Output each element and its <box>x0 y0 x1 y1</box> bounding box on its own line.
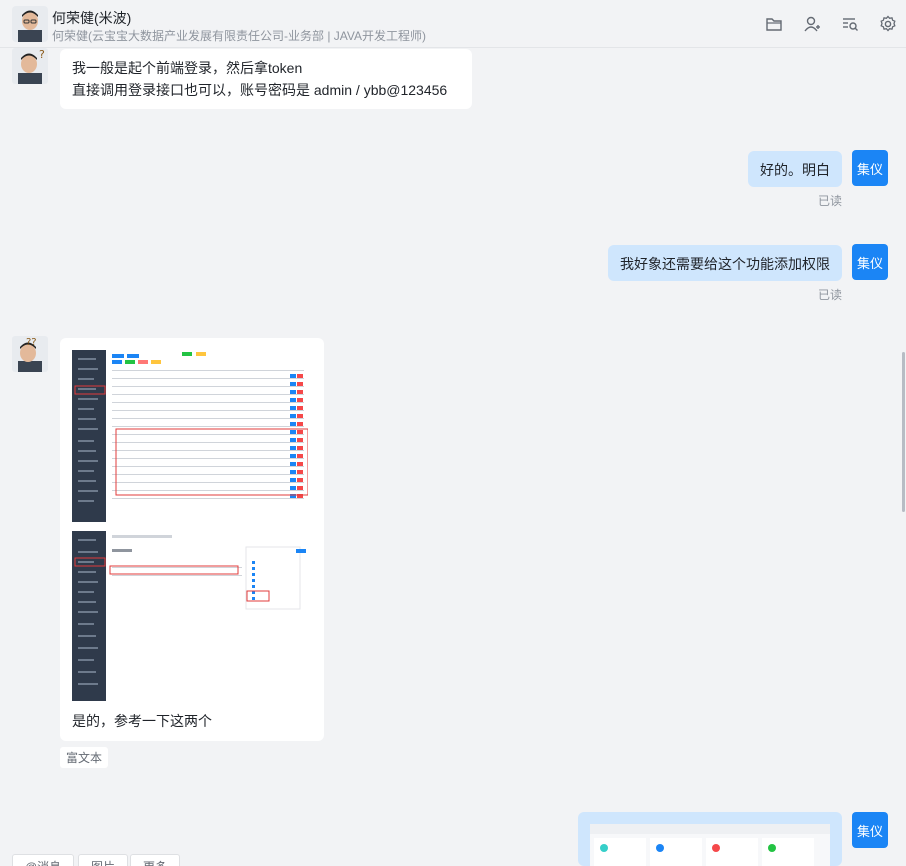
message-bubble-self[interactable] <box>578 812 842 866</box>
svg-text:?: ? <box>39 48 45 61</box>
message-bubble-rich[interactable]: 是的，参考一下这两个 <box>60 338 324 741</box>
more-button[interactable]: 更多 <box>130 854 181 866</box>
contact-subtitle: 何荣健(云宝宝大数据产业发展有限责任公司-业务部 | JAVA开发工程师) <box>52 29 427 43</box>
sender-avatar[interactable]: ? <box>12 48 48 84</box>
add-member-icon[interactable] <box>800 12 824 36</box>
scrollbar[interactable] <box>902 352 905 512</box>
self-avatar[interactable]: 集仪 <box>852 244 888 280</box>
message-bubble-self[interactable]: 好的。明白 <box>748 151 842 187</box>
message-bubble-self[interactable]: 我好象还需要给这个功能添加权限 <box>608 245 842 281</box>
rich-text-tag: 富文本 <box>60 747 109 768</box>
header-actions <box>762 12 900 36</box>
folder-icon[interactable] <box>762 12 786 36</box>
read-status: 已读 <box>818 288 843 302</box>
attachment-image[interactable] <box>72 531 308 701</box>
self-avatar[interactable]: 集仪 <box>852 150 888 186</box>
message-caption: 是的，参考一下这两个 <box>72 713 212 729</box>
search-history-icon[interactable] <box>838 12 862 36</box>
message-text: 我好象还需要给这个功能添加权限 <box>620 256 830 272</box>
svg-text:??: ?? <box>26 337 37 348</box>
attachment-image[interactable] <box>72 350 308 522</box>
chat-header: 何荣健(米波) 何荣健(云宝宝大数据产业发展有限责任公司-业务部 | JAVA开… <box>0 0 906 48</box>
sender-avatar[interactable]: ?? <box>12 336 48 372</box>
contact-name[interactable]: 何荣健(米波) <box>52 8 131 28</box>
settings-gear-icon[interactable] <box>876 12 900 36</box>
self-avatar[interactable]: 集仪 <box>852 812 888 848</box>
message-bubble[interactable]: 我一般是起个前端登录，然后拿token 直接调用登录接口也可以，账号密码是 ad… <box>60 49 472 109</box>
image-button[interactable]: 图片 <box>78 854 129 866</box>
mention-button[interactable]: @消息 <box>12 854 75 866</box>
read-status: 已读 <box>818 194 843 208</box>
contact-avatar[interactable] <box>12 6 48 42</box>
message-line: 我一般是起个前端登录，然后拿token <box>72 60 303 76</box>
message-text: 好的。明白 <box>760 162 830 178</box>
attachment-image[interactable] <box>590 824 830 866</box>
message-line: 直接调用登录接口也可以，账号密码是 admin / ybb@123456 <box>72 82 448 98</box>
